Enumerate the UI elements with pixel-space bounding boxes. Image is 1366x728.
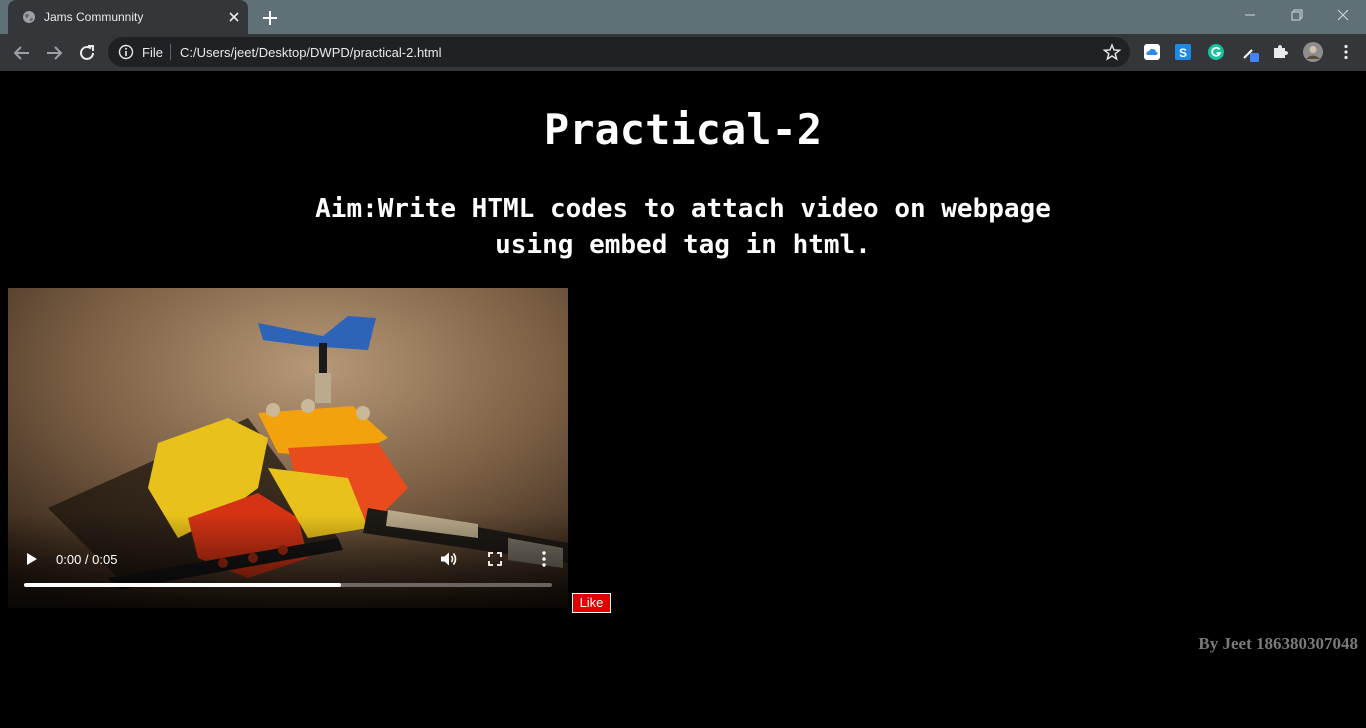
video-time-display: 0:00 / 0:05 bbox=[56, 552, 118, 567]
window-close-icon[interactable] bbox=[1329, 4, 1357, 26]
tab-strip: Jams Communnity bbox=[0, 0, 1366, 34]
page-content: Practical-2 Aim:Write HTML codes to atta… bbox=[0, 71, 1366, 728]
video-progress-bar[interactable] bbox=[24, 583, 552, 587]
kebab-menu-icon[interactable] bbox=[1336, 42, 1356, 62]
volume-icon[interactable] bbox=[438, 549, 458, 569]
page-title: Practical-2 bbox=[543, 105, 823, 154]
forward-arrow-icon[interactable] bbox=[43, 42, 65, 64]
star-icon[interactable] bbox=[1103, 43, 1121, 61]
close-icon[interactable] bbox=[226, 9, 242, 25]
cloud-icon[interactable] bbox=[1142, 42, 1162, 62]
grammarly-icon[interactable] bbox=[1206, 42, 1226, 62]
video-more-options-icon[interactable] bbox=[536, 550, 552, 568]
fullscreen-icon[interactable] bbox=[487, 551, 503, 567]
omnibox-divider bbox=[170, 44, 171, 60]
minimize-icon[interactable] bbox=[1236, 4, 1264, 26]
browser-toolbar: File C:/Users/jeet/Desktop/DWPD/practica… bbox=[0, 34, 1366, 71]
restore-icon[interactable] bbox=[1283, 4, 1311, 26]
address-bar[interactable]: File C:/Users/jeet/Desktop/DWPD/practica… bbox=[108, 37, 1130, 67]
video-player[interactable]: 0:00 / 0:05 bbox=[8, 288, 568, 608]
page-aim-heading: Aim:Write HTML codes to attach video on … bbox=[315, 194, 1051, 260]
author-credit: By Jeet 186380307048 bbox=[1198, 634, 1358, 653]
tab-title: Jams Communnity bbox=[44, 10, 144, 24]
globe-icon bbox=[23, 11, 35, 23]
video-progress-fill bbox=[24, 583, 341, 587]
url-text[interactable]: C:/Users/jeet/Desktop/DWPD/practical-2.h… bbox=[180, 45, 442, 60]
reload-icon[interactable] bbox=[76, 42, 98, 64]
tab-active[interactable]: Jams Communnity bbox=[8, 0, 248, 34]
info-icon[interactable] bbox=[118, 44, 134, 60]
back-arrow-icon[interactable] bbox=[11, 42, 33, 64]
eyedropper-icon[interactable] bbox=[1240, 42, 1260, 62]
avatar[interactable] bbox=[1302, 41, 1324, 63]
svg-text:S: S bbox=[1179, 46, 1187, 60]
play-icon[interactable] bbox=[24, 551, 40, 567]
puzzle-icon[interactable] bbox=[1270, 42, 1290, 62]
skype-icon[interactable]: S bbox=[1173, 42, 1193, 62]
like-button[interactable]: Like bbox=[572, 593, 611, 613]
new-tab-icon[interactable] bbox=[260, 8, 280, 28]
url-scheme-label: File bbox=[142, 45, 163, 60]
